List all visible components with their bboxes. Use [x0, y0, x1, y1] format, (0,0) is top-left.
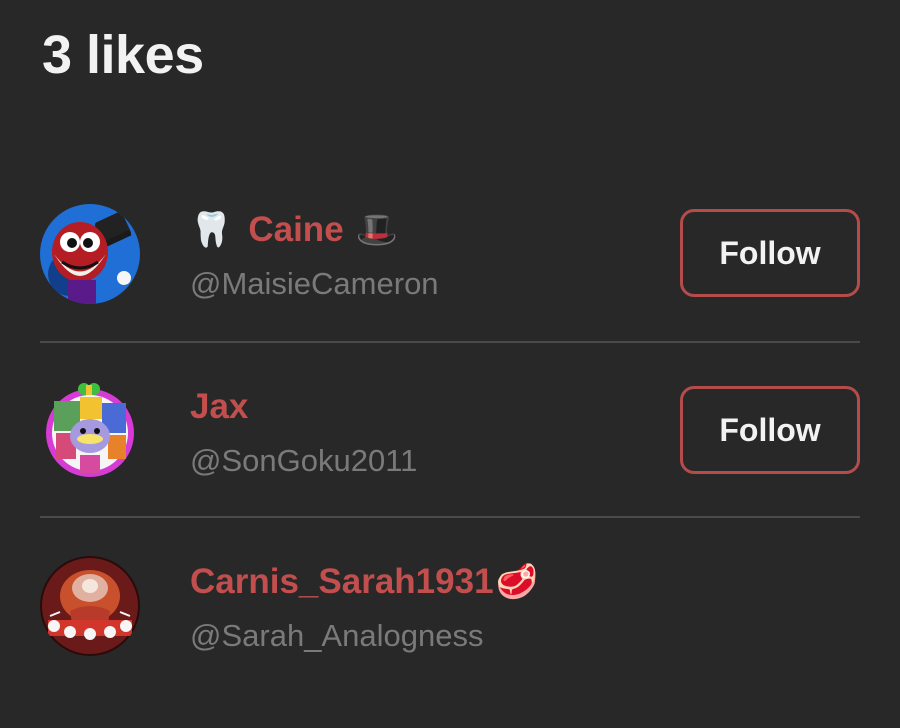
user-handle: @Sarah_Analogness — [190, 618, 484, 653]
meat-emoji-icon: 🥩 — [495, 562, 538, 602]
avatar[interactable] — [40, 556, 140, 656]
likes-page: 3 likes 🦷 Caine 🎩 @MaisieCameron Follow … — [0, 0, 900, 728]
list-item[interactable]: Carnis_Sarah1931 🥩 @Sarah_Analogness — [40, 516, 860, 691]
avatar[interactable] — [40, 381, 140, 481]
display-name-text: Caine — [248, 210, 344, 249]
display-name[interactable]: Carnis_Sarah1931 🥩 — [190, 556, 538, 608]
user-handle: @SonGoku2011 — [190, 443, 418, 478]
user-info: 🦷 Caine 🎩 @MaisieCameron — [190, 204, 439, 302]
list-item[interactable]: 🦷 Caine 🎩 @MaisieCameron Follow — [40, 166, 860, 341]
carnis-avatar-icon — [40, 556, 140, 656]
display-name-text: Carnis_Sarah1931 — [190, 562, 494, 601]
likes-list: 🦷 Caine 🎩 @MaisieCameron Follow Jax @Son… — [40, 166, 860, 691]
follow-button[interactable]: Follow — [680, 209, 860, 297]
top-hat-emoji-icon: 🎩 — [355, 210, 398, 250]
tooth-emoji-icon: 🦷 — [190, 210, 233, 250]
jax-avatar-icon — [40, 381, 140, 481]
avatar[interactable] — [40, 204, 140, 304]
display-name[interactable]: 🦷 Caine 🎩 — [190, 204, 439, 256]
user-handle: @MaisieCameron — [190, 266, 439, 301]
caine-avatar-icon — [40, 204, 140, 304]
user-info: Carnis_Sarah1931 🥩 @Sarah_Analogness — [190, 556, 538, 654]
follow-button[interactable]: Follow — [680, 386, 860, 474]
page-title: 3 likes — [42, 25, 204, 85]
display-name[interactable]: Jax — [190, 381, 417, 433]
display-name-text: Jax — [190, 387, 249, 426]
list-item[interactable]: Jax @SonGoku2011 Follow — [40, 341, 860, 516]
user-info: Jax @SonGoku2011 — [190, 381, 417, 479]
